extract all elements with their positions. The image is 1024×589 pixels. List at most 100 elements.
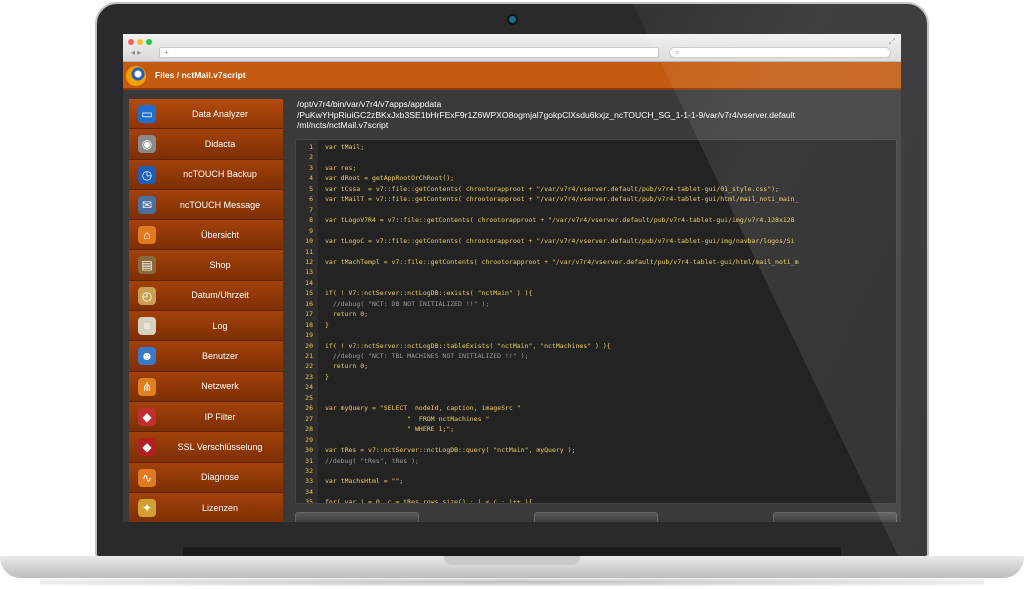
sidebar-item-label: ncTOUCH Message bbox=[179, 199, 261, 210]
code-text: var tMachTempl = v7::file::getContents( … bbox=[325, 257, 799, 266]
code-text: var tCssa = v7::file::getContents( chroo… bbox=[325, 184, 779, 193]
zoom-window-icon[interactable] bbox=[146, 39, 152, 45]
line-number: 26 bbox=[305, 404, 313, 413]
code-editor[interactable]: 1 var tMail; 2 3 var res; 4 var dRoot = getApp… bbox=[295, 139, 897, 504]
sidebar-item[interactable]: ✉ ncTOUCH Message bbox=[129, 189, 283, 221]
sidebar-item[interactable]: ◆ SSL Verschlüsselung bbox=[129, 432, 283, 463]
sidebar-item[interactable]: ⋔ Netzwerk bbox=[129, 371, 283, 402]
line-number: 32 bbox=[305, 466, 313, 475]
sidebar-item-label: SSL Verschlüsselung bbox=[177, 441, 263, 452]
file-path-line: /opt/v7r4/bin/var/v7r4/v7apps/appdata bbox=[297, 99, 442, 109]
line-number: 16 bbox=[305, 299, 313, 308]
bottom-button-center[interactable] bbox=[534, 512, 658, 522]
code-line: 2 bbox=[296, 152, 896, 162]
sidebar-item-label: Lizenzen bbox=[201, 502, 239, 513]
sidebar-item[interactable]: ▤ Shop bbox=[129, 250, 283, 281]
address-input[interactable]: + bbox=[159, 47, 659, 58]
basket-icon: ▤ bbox=[138, 256, 156, 275]
line-number: 24 bbox=[305, 383, 313, 392]
line-number: 18 bbox=[305, 320, 313, 329]
app-header: Files / nctMail.v7script bbox=[123, 62, 901, 90]
code-text: var tMailT = v7::file::getContents( chro… bbox=[325, 195, 799, 204]
code-line: 17 return 0; bbox=[296, 309, 896, 319]
sidebar-item[interactable]: ✦ Lizenzen bbox=[129, 492, 283, 522]
code-text: var dRoot = getAppRootOrChRoot(); bbox=[325, 174, 455, 183]
line-number: 28 bbox=[305, 425, 313, 434]
search-icon: ⌕ bbox=[675, 48, 680, 57]
sidebar-item-label: Netzwerk bbox=[201, 381, 239, 392]
code-text: var tLogoC = v7::file::getContents( chro… bbox=[325, 237, 795, 246]
sidebar-item[interactable]: ∿ Diagnose bbox=[129, 462, 283, 493]
code-line: 7 bbox=[296, 205, 896, 215]
laptop-notch bbox=[444, 556, 580, 565]
line-number: 3 bbox=[309, 163, 313, 172]
code-text: var tMail; bbox=[325, 143, 365, 151]
close-window-icon[interactable] bbox=[128, 39, 134, 45]
code-line: 16 //debug( "NCT: DB NOT INITIALIZED !!"… bbox=[296, 299, 896, 309]
code-line: 21 //debug( "NCT: TBL MACHINES NOT INITI… bbox=[296, 351, 896, 361]
code-line: 11 bbox=[296, 247, 896, 257]
sidebar-item[interactable]: ≡ Log bbox=[129, 311, 283, 342]
code-line: 28 " WHERE 1;"; bbox=[296, 424, 896, 434]
license-icon: ✦ bbox=[138, 498, 156, 517]
sidebar-item[interactable]: ⌂ Übersicht bbox=[129, 220, 283, 251]
code-line: 31 //debug( "tRes", tRes ); bbox=[296, 456, 896, 466]
sidebar-item[interactable]: ◉ Didacta bbox=[129, 129, 283, 160]
line-number: 11 bbox=[305, 247, 313, 256]
code-text: " FROM nctMachines " bbox=[325, 414, 490, 423]
line-number: 27 bbox=[305, 414, 313, 423]
code-line: 33 var tMachsHtml = ""; bbox=[296, 476, 896, 486]
code-text: var myQuery = "SELECT nodeId, caption, i… bbox=[325, 404, 521, 413]
monitor-icon: ▭ bbox=[138, 105, 156, 123]
laptop-hinge bbox=[183, 547, 841, 556]
code-line: 5 var tCssa = v7::file::getContents( chro… bbox=[296, 184, 896, 194]
line-number: 9 bbox=[309, 226, 313, 235]
code-text: " WHERE 1;"; bbox=[325, 425, 455, 434]
code-line: 8 var tLogoV7R4 = v7::file::getContents( … bbox=[296, 215, 896, 225]
code-line: 29 bbox=[296, 435, 896, 445]
minimize-window-icon[interactable] bbox=[137, 39, 143, 45]
sidebar-item-label: Log bbox=[212, 320, 228, 331]
sidebar-item-label: Benutzer bbox=[201, 351, 239, 362]
screen: ◂ ▸ + ⌕ ⤢ Files / nctMail.v7script ▭ Data… bbox=[123, 34, 901, 522]
sidebar-item[interactable]: ◷ ncTOUCH Backup bbox=[129, 159, 283, 190]
page-title: Files / nctMail.v7script bbox=[155, 70, 246, 80]
code-text: var tMachsHtml = ""; bbox=[325, 477, 404, 486]
sidebar-item-label: Diagnose bbox=[200, 472, 240, 483]
sidebar-item[interactable]: ◆ IP Filter bbox=[129, 401, 283, 433]
line-number: 15 bbox=[305, 289, 313, 298]
line-number: 2 bbox=[309, 153, 313, 162]
line-number: 30 bbox=[305, 446, 313, 455]
sidebar-item[interactable]: ◴ Datum/Uhrzeit bbox=[129, 280, 283, 312]
file-path-line: /ml/ncts/nctMail.v7script bbox=[297, 120, 389, 130]
line-number: 14 bbox=[305, 278, 313, 287]
code-text: for( var i = 0, c = tRes.rows.size() ; i… bbox=[325, 498, 533, 504]
browser-search-input[interactable]: ⌕ bbox=[669, 47, 891, 58]
app-logo-icon[interactable] bbox=[126, 66, 146, 86]
line-number: 5 bbox=[309, 184, 313, 193]
code-text: return 0; bbox=[325, 362, 369, 371]
code-line: 30 var tRes = v7::nctServer::nctLogDB::qu… bbox=[296, 445, 896, 455]
line-number: 19 bbox=[305, 331, 313, 340]
fullscreen-icon[interactable]: ⤢ bbox=[889, 37, 895, 47]
network-icon: ⋔ bbox=[138, 377, 156, 396]
code-line: 14 bbox=[296, 278, 896, 288]
sidebar-item[interactable]: ☻ Benutzer bbox=[129, 341, 283, 372]
code-line: 15 if( ! V7::nctServer::nctLogDB::exists(… bbox=[296, 288, 896, 298]
code-line: 18} bbox=[296, 320, 896, 330]
sidebar-item[interactable]: ▭ Data Analyzer bbox=[129, 99, 283, 130]
code-line: 34 bbox=[296, 487, 896, 497]
browser-toolbar: ◂ ▸ + ⌕ ⤢ bbox=[123, 34, 901, 62]
code-line: 25 bbox=[296, 393, 896, 403]
camera-icon bbox=[509, 16, 516, 23]
line-number: 31 bbox=[305, 456, 313, 465]
file-path-line: /PuKwYHpRiuiGC2zBKxJxb3SE1bHrFExF9r1Z6WP… bbox=[297, 109, 795, 120]
sidebar-item-label: Data Analyzer bbox=[191, 108, 249, 119]
bottom-button-right[interactable] bbox=[773, 512, 897, 522]
line-number: 17 bbox=[305, 310, 313, 319]
line-number: 25 bbox=[305, 393, 313, 402]
sidebar-item-label: IP Filter bbox=[204, 411, 236, 422]
camera-icon: ◉ bbox=[138, 135, 156, 154]
back-forward-icon[interactable]: ◂ ▸ bbox=[131, 48, 141, 57]
bottom-button-left[interactable] bbox=[295, 512, 419, 522]
